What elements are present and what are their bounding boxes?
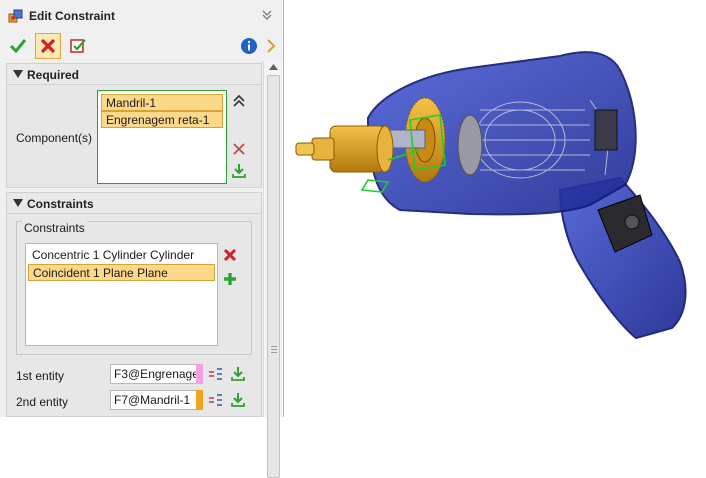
- red-x-icon: [40, 38, 56, 54]
- constraint-item-selected[interactable]: Coincident 1 Plane Plane: [28, 264, 215, 281]
- delete-constraint-icon[interactable]: [222, 247, 238, 263]
- drill-model[interactable]: [285, 0, 706, 417]
- panel-scrollbar[interactable]: [263, 61, 283, 478]
- component-item[interactable]: Mandril-1: [101, 94, 223, 111]
- reverse-direction-icon[interactable]: [208, 392, 224, 408]
- cancel-button[interactable]: [35, 33, 61, 59]
- constraint-app-icon: [8, 9, 23, 23]
- first-entity-field[interactable]: F3@Engrenage: [110, 364, 202, 384]
- second-entity-label: 2nd entity: [16, 395, 69, 409]
- scroll-up-icon[interactable]: [269, 64, 278, 70]
- expand-panel-button[interactable]: [262, 33, 280, 59]
- add-constraint-icon[interactable]: [222, 271, 238, 287]
- first-entity-label: 1st entity: [16, 369, 65, 383]
- apply-icon: [70, 39, 86, 53]
- brush-holder: [594, 109, 618, 151]
- remove-component-icon[interactable]: [231, 141, 247, 157]
- scrollbar-grip: [271, 346, 277, 355]
- edit-constraint-panel: Edit Constraint Required Component(s) Ma…: [0, 0, 284, 478]
- second-entity-field[interactable]: F7@Mandril-1: [110, 390, 202, 410]
- component-item[interactable]: Engrenagem reta-1: [101, 111, 223, 128]
- constraint-item[interactable]: Concentric 1 Cylinder Cylinder: [28, 247, 215, 264]
- panel-title: Edit Constraint: [29, 9, 115, 23]
- first-entity-color-swatch: [196, 364, 203, 384]
- required-section-title: Required: [27, 68, 80, 82]
- constraints-group-title: Constraints: [22, 221, 87, 235]
- 3d-viewport[interactable]: [285, 0, 706, 417]
- constraints-section-title: Constraints: [27, 197, 94, 211]
- panel-titlebar: Edit Constraint: [0, 0, 283, 30]
- triangle-down-icon: [13, 199, 23, 207]
- chevron-right-icon: [267, 39, 276, 53]
- apply-button[interactable]: [65, 33, 91, 59]
- cooling-fan: [457, 114, 483, 176]
- triangle-down-icon: [13, 70, 23, 78]
- collapse-panel-icon[interactable]: [261, 9, 273, 21]
- drill-chuck: [295, 125, 394, 173]
- pick-entity-icon[interactable]: [230, 366, 246, 382]
- move-up-icon[interactable]: [231, 93, 247, 109]
- components-listbox[interactable]: Mandril-1 Engrenagem reta-1: [97, 90, 227, 184]
- pick-entity-icon[interactable]: [230, 392, 246, 408]
- constraints-section-header[interactable]: Constraints: [6, 192, 262, 214]
- pick-component-icon[interactable]: [231, 163, 247, 179]
- info-icon: [241, 38, 257, 54]
- required-section-header[interactable]: Required: [6, 63, 262, 85]
- reverse-direction-icon[interactable]: [208, 366, 224, 382]
- check-icon: [9, 39, 27, 54]
- second-entity-color-swatch: [196, 390, 203, 410]
- switch-knob: [624, 214, 640, 230]
- panel-toolbar: [0, 31, 283, 61]
- components-label: Component(s): [16, 131, 93, 145]
- scrollbar-thumb[interactable]: [267, 75, 280, 478]
- ok-button[interactable]: [5, 33, 31, 59]
- constraints-listbox[interactable]: Concentric 1 Cylinder Cylinder Coinciden…: [25, 243, 218, 346]
- info-button[interactable]: [236, 33, 262, 59]
